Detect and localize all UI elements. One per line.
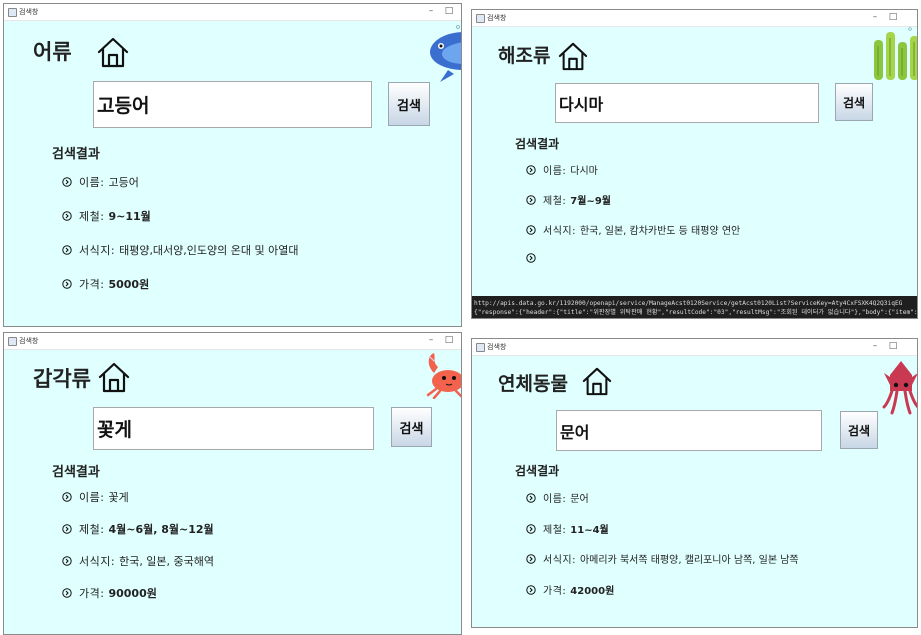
search-input[interactable]: 꽃게: [93, 407, 374, 450]
search-button[interactable]: 검색: [835, 83, 873, 121]
result-header: 검색결과: [515, 137, 560, 151]
console-line: {"response":{"header":{"title":"위판장별 위탁판…: [474, 309, 917, 316]
chevron-circle-icon: [526, 492, 536, 503]
maximize-button[interactable]: □: [887, 340, 899, 352]
search-button[interactable]: 검색: [388, 82, 430, 126]
title-bar[interactable]: 검색창 – □: [4, 333, 461, 350]
minimize-button[interactable]: –: [869, 11, 881, 23]
window-mollusk: 검색창 – □ 연체동물 문어 검색 검색결과 이름: 문어 제철: 11~4월…: [471, 338, 918, 628]
category-title: 해조류: [498, 45, 551, 67]
result-row-price: 가격: 42000원: [526, 582, 614, 597]
result-header: 검색결과: [52, 147, 100, 162]
window-title: 검색창: [19, 8, 39, 16]
result-row-season: 제철: 4월~6월, 8월~12월: [62, 521, 214, 537]
result-row-habitat: 서식지: 한국, 일본, 캄차카반도 등 태평양 연안: [526, 222, 740, 237]
app-icon: [476, 14, 485, 23]
chevron-circle-icon: [526, 584, 536, 595]
chevron-circle-icon: [62, 492, 72, 502]
result-row-name: 이름: 다시마: [526, 162, 598, 177]
result-row-price: [526, 253, 547, 263]
crab-icon: [426, 353, 461, 399]
result-row-name: 이름: 문어: [526, 490, 589, 505]
title-bar[interactable]: 검색창 – □: [472, 10, 917, 27]
home-icon[interactable]: [98, 361, 130, 393]
chevron-circle-icon: [526, 194, 536, 205]
chevron-circle-icon: [526, 164, 536, 175]
search-input[interactable]: 다시마: [555, 83, 819, 123]
search-input[interactable]: 문어: [556, 410, 822, 451]
window-seaweed: 검색창 – □ 해조류 다시마 검색 검색결과 이름: 다시마 제철: 7월~9…: [471, 9, 918, 319]
fish-icon: [430, 25, 461, 82]
home-icon[interactable]: [582, 366, 612, 396]
minimize-button[interactable]: –: [425, 334, 437, 346]
search-input[interactable]: 고등어: [93, 81, 372, 128]
result-row-season: 제철: 11~4월: [526, 521, 609, 536]
console-line: http://apis.data.go.kr/1192000/openapi/s…: [474, 300, 903, 307]
squid-icon: [882, 361, 917, 415]
chevron-circle-icon: [526, 553, 536, 564]
maximize-button[interactable]: □: [443, 334, 455, 346]
window-title: 검색창: [487, 14, 507, 22]
app-icon: [8, 8, 17, 17]
home-icon[interactable]: [558, 41, 588, 71]
chevron-circle-icon: [62, 524, 72, 534]
chevron-circle-icon: [62, 211, 72, 221]
chevron-circle-icon: [62, 556, 72, 566]
window-title: 검색창: [487, 343, 507, 351]
minimize-button[interactable]: –: [425, 5, 437, 17]
category-title: 어류: [33, 40, 72, 64]
result-header: 검색결과: [515, 464, 560, 478]
result-row-habitat: 서식지: 아메리카 북서쪽 태평양, 캘리포니아 남쪽, 일본 남쪽: [526, 551, 799, 566]
seaweed-icon: [874, 27, 917, 80]
title-bar[interactable]: 검색창 – □: [4, 4, 461, 21]
window-crab: 검색창 – □ 갑각류 꽃게 검색 검색결과 이름: 꽃게 제철: 4월~6월,…: [3, 332, 462, 635]
minimize-button[interactable]: –: [869, 340, 881, 352]
result-row-price: 가격: 90000원: [62, 585, 157, 601]
chevron-circle-icon: [526, 253, 536, 263]
search-button[interactable]: 검색: [391, 407, 432, 447]
chevron-circle-icon: [526, 523, 536, 534]
window-title: 검색창: [19, 337, 39, 345]
chevron-circle-icon: [62, 245, 72, 255]
chevron-circle-icon: [526, 224, 536, 235]
console-output: http://apis.data.go.kr/1192000/openapi/s…: [472, 296, 917, 318]
category-title: 갑각류: [33, 367, 91, 391]
maximize-button[interactable]: □: [887, 11, 899, 23]
title-bar[interactable]: 검색창 – □: [472, 339, 917, 356]
category-title: 연체동물: [498, 373, 568, 395]
result-header: 검색결과: [52, 465, 100, 480]
chevron-circle-icon: [62, 279, 72, 289]
result-row-season: 제철: 9~11월: [62, 208, 151, 224]
maximize-button[interactable]: □: [443, 5, 455, 17]
app-icon: [476, 343, 485, 352]
result-row-habitat: 서식지: 태평양,대서양,인도양의 온대 및 아열대: [62, 242, 298, 258]
result-row-season: 제철: 7월~9월: [526, 192, 611, 207]
home-icon[interactable]: [97, 36, 129, 68]
window-fish: 검색창 – □ 어류 고등어 검색 검색결과 이름: 고등어 제철: 9~11월…: [3, 3, 462, 327]
chevron-circle-icon: [62, 588, 72, 598]
search-button[interactable]: 검색: [840, 411, 878, 449]
result-row-name: 이름: 꽃게: [62, 489, 129, 505]
chevron-circle-icon: [62, 177, 72, 187]
result-row-price: 가격: 5000원: [62, 276, 149, 292]
result-row-habitat: 서식지: 한국, 일본, 중국해역: [62, 553, 214, 569]
result-row-name: 이름: 고등어: [62, 174, 139, 190]
app-icon: [8, 337, 17, 346]
